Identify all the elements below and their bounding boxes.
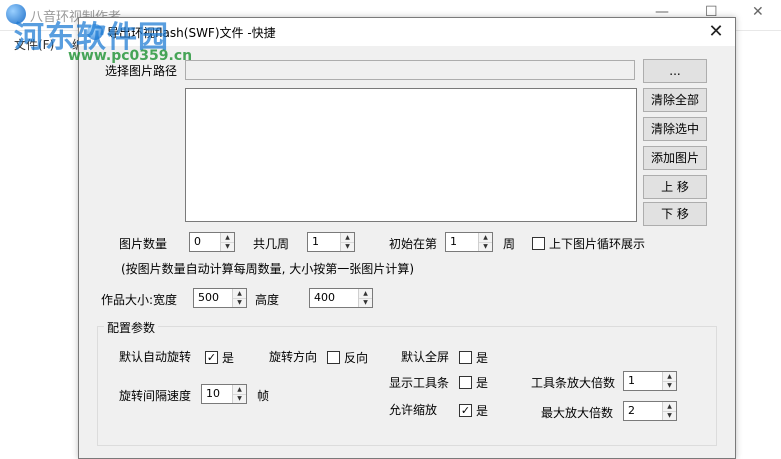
spin-down-icon[interactable]: ▼ <box>479 242 492 251</box>
spin-down-icon[interactable]: ▼ <box>663 411 676 420</box>
path-label: 选择图片路径 <box>105 64 178 78</box>
zoom-checkbox[interactable]: ✓ <box>459 404 472 417</box>
toolbar-option: 是 <box>476 376 489 390</box>
browse-button[interactable]: ... <box>643 59 707 83</box>
auto-calc-hint: (按图片数量自动计算每周数量, 大小按第一张图片计算) <box>121 262 414 276</box>
weeks-label: 共几周 <box>253 237 290 251</box>
spin-down-icon[interactable]: ▼ <box>233 394 246 403</box>
path-input[interactable] <box>185 60 635 80</box>
zoom-label: 允许缩放 <box>389 403 438 417</box>
width-spinner[interactable]: 500 ▲ ▼ <box>193 288 247 308</box>
start-suffix: 周 <box>503 237 516 251</box>
fullscreen-option: 是 <box>476 351 489 365</box>
spin-down-icon[interactable]: ▼ <box>221 242 234 251</box>
image-list[interactable] <box>185 88 637 222</box>
interval-label: 旋转间隔速度 <box>119 389 192 403</box>
max-zoom-spinner[interactable]: 2 ▲ ▼ <box>623 401 677 421</box>
clear-all-button[interactable]: 清除全部 <box>643 88 707 112</box>
spin-down-icon[interactable]: ▼ <box>233 298 246 307</box>
clear-selected-button[interactable]: 清除选中 <box>643 117 707 141</box>
zoom-option: 是 <box>476 404 489 418</box>
export-dialog: 导出环视flash(SWF)文件 -快捷 ✕ 选择图片路径 ... 清除全部 清… <box>78 17 736 459</box>
image-count-spinner[interactable]: 0 ▲ ▼ <box>189 232 235 252</box>
spin-down-icon[interactable]: ▼ <box>341 242 354 251</box>
toolbar-zoom-spinner[interactable]: 1 ▲ ▼ <box>623 371 677 391</box>
auto-rotate-option: 是 <box>222 351 235 365</box>
dialog-titlebar: 导出环视flash(SWF)文件 -快捷 ✕ <box>79 18 735 46</box>
toolbar-label: 显示工具条 <box>389 376 450 390</box>
main-close-button[interactable]: ✕ <box>752 4 764 20</box>
interval-unit: 帧 <box>257 389 270 403</box>
fullscreen-label: 默认全屏 <box>401 350 450 364</box>
spin-down-icon[interactable]: ▼ <box>663 381 676 390</box>
toolbar-checkbox[interactable] <box>459 376 472 389</box>
auto-rotate-checkbox[interactable]: ✓ <box>205 351 218 364</box>
size-label: 作品大小:宽度 <box>101 293 178 307</box>
move-down-button[interactable]: 下 移 <box>643 202 707 226</box>
fullscreen-checkbox[interactable] <box>459 351 472 364</box>
weeks-spinner[interactable]: 1 ▲ ▼ <box>307 232 355 252</box>
max-zoom-label: 最大放大倍数 <box>541 406 614 420</box>
height-label: 高度 <box>255 293 280 307</box>
auto-rotate-label: 默认自动旋转 <box>119 350 192 364</box>
image-count-label: 图片数量 <box>119 237 168 251</box>
direction-checkbox[interactable] <box>327 351 340 364</box>
toolbar-zoom-label: 工具条放大倍数 <box>531 376 616 390</box>
direction-option: 反向 <box>344 351 369 365</box>
start-spinner[interactable]: 1 ▲ ▼ <box>445 232 493 252</box>
add-image-button[interactable]: 添加图片 <box>643 146 707 170</box>
height-spinner[interactable]: 400 ▲ ▼ <box>309 288 373 308</box>
interval-spinner[interactable]: 10 ▲ ▼ <box>201 384 247 404</box>
start-label: 初始在第 <box>389 237 438 251</box>
direction-label: 旋转方向 <box>269 350 318 364</box>
move-up-button[interactable]: 上 移 <box>643 175 707 199</box>
dialog-close-button[interactable]: ✕ <box>703 20 729 44</box>
loop-checkbox[interactable] <box>532 237 545 250</box>
watermark-url: www.pc0359.cn <box>68 48 193 64</box>
config-group-title: 配置参数 <box>104 319 159 336</box>
loop-label: 上下图片循环展示 <box>549 237 646 251</box>
spin-down-icon[interactable]: ▼ <box>359 298 372 307</box>
